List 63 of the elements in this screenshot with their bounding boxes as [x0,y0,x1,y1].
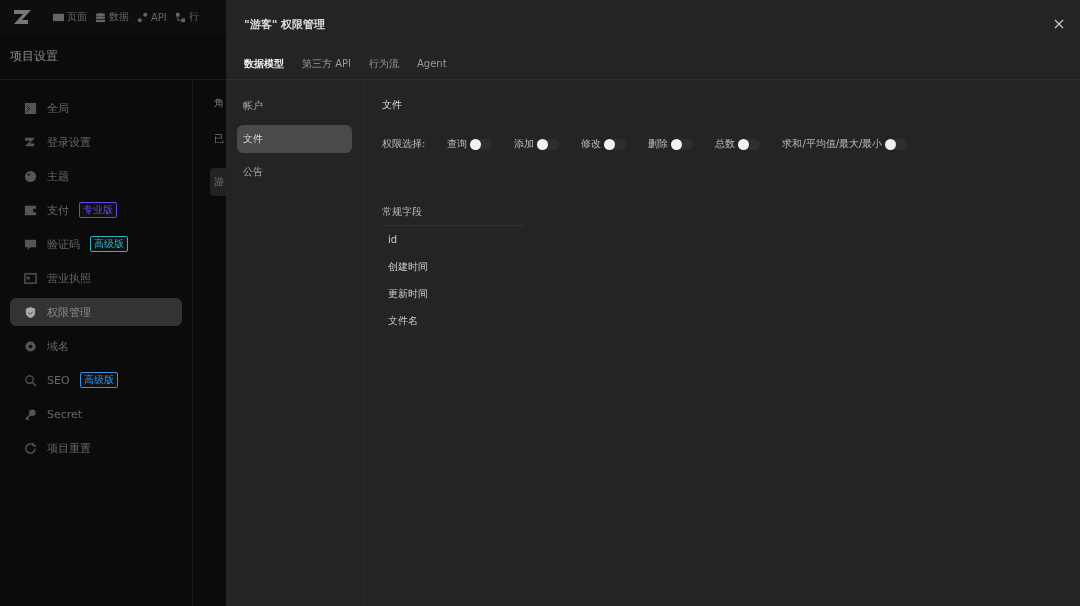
sidebar-item[interactable]: 营业执照 [10,264,182,292]
sidebar-item[interactable]: SEO 高级版 [10,366,182,394]
shield-icon [24,305,37,319]
logo-icon[interactable] [13,9,33,25]
role-text: 角 [214,96,225,110]
close-icon[interactable] [1054,19,1064,29]
terminal-icon [24,101,37,115]
plan-tag: 高级版 [79,372,118,388]
field-name: 文件名 [387,313,419,328]
toggle-switch[interactable] [671,138,694,150]
id-card-icon [24,271,37,285]
drawer-title: "游客" 权限管理 [244,16,326,32]
permission-name: 查询 [447,137,468,151]
tab[interactable]: Agent [417,58,447,69]
permission-name: 添加 [514,137,535,151]
refresh-icon [24,441,37,455]
permission-name: 求和/平均值/最大/最小 [782,137,883,151]
nav-item[interactable]: 行 [174,10,199,24]
wallet-icon [24,203,37,217]
sidebar-item[interactable]: 登录设置 [10,128,182,156]
permission-name: 删除 [648,137,669,151]
toggle-switch[interactable] [738,138,761,150]
sidebar-item[interactable]: 项目重置 [10,434,182,462]
sidebar-item[interactable]: 主题 [10,162,182,190]
sidebar-item[interactable]: 支付 专业版 [10,196,182,224]
field-name: id [387,233,399,247]
permission-name: 修改 [581,137,602,151]
database-icon [95,11,106,23]
nav-item[interactable]: 页面 [53,10,87,24]
model-item[interactable]: 公告 [237,158,352,186]
model-item[interactable]: 文件 [237,125,352,153]
permission-label: 权限选择: [382,137,426,151]
field-name: 创建时间 [387,259,429,274]
search-icon [24,373,37,387]
tab[interactable]: 数据模型 [244,56,284,71]
field-name: 更新时间 [387,286,429,301]
flow-icon [174,11,186,23]
toggle-switch[interactable] [604,138,627,150]
fields-heading: 常规字段 [382,205,524,226]
sidebar-item[interactable]: 域名 [10,332,182,360]
plan-tag: 专业版 [79,202,117,218]
nav-item[interactable]: API [137,11,167,23]
key-icon [24,407,37,421]
role-text: 游 [210,168,226,196]
window-icon [53,11,64,23]
chat-icon [24,237,37,251]
permission-name: 总数 [715,137,736,151]
model-item[interactable]: 帐户 [237,92,352,120]
sidebar-item[interactable]: Secret [10,400,182,428]
sidebar-item[interactable]: 验证码 高级版 [10,230,182,258]
section-heading: 文件 [382,98,403,112]
sidebar-item[interactable]: 权限管理 [10,298,182,326]
nav-item[interactable]: 数据 [95,10,129,24]
tab[interactable]: 第三方 API [302,56,351,71]
toggle-switch[interactable] [885,138,908,150]
toggle-switch[interactable] [537,138,560,150]
role-text: 已 [214,132,225,146]
plan-tag: 高级版 [90,236,128,252]
tab[interactable]: 行为流 [369,56,399,71]
logo-icon [24,135,37,149]
nodes-icon [137,11,148,23]
toggle-switch[interactable] [470,138,493,150]
sidebar-item[interactable]: 全局 [10,94,182,122]
